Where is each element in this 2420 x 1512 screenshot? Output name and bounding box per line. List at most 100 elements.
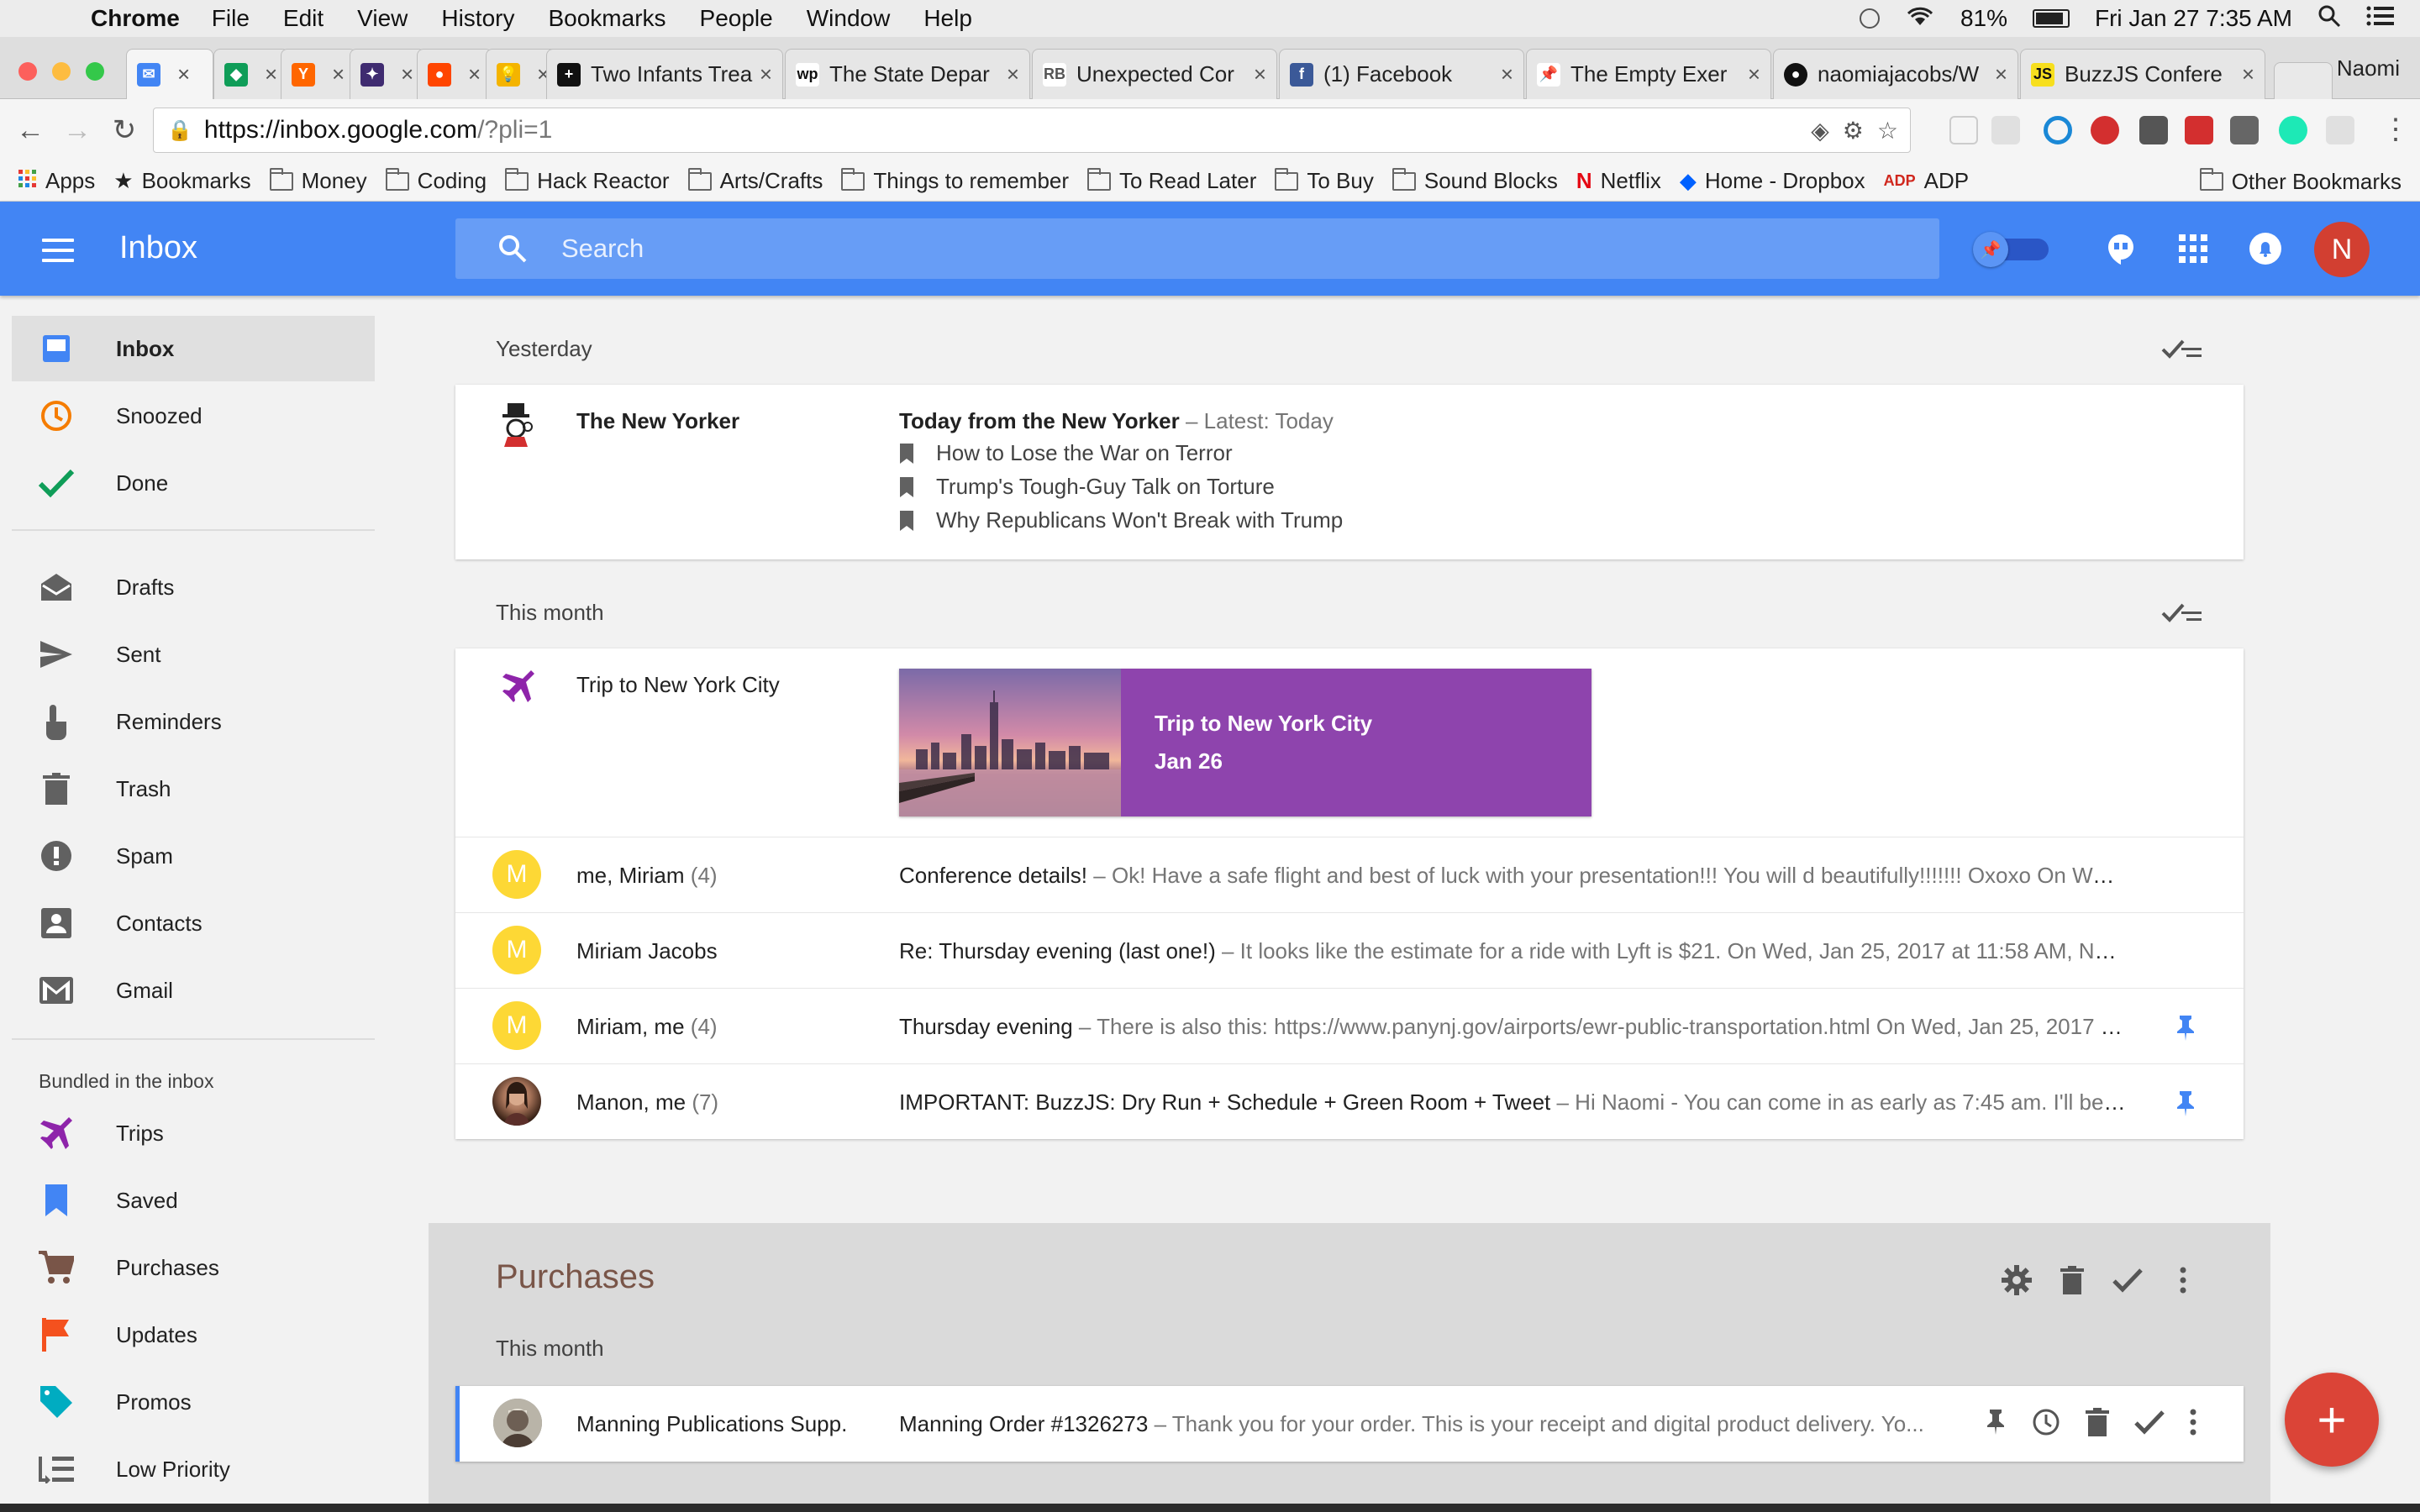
thread-row[interactable]: Manon, me (7) IMPORTANT: BuzzJS: Dry Run… [455, 1063, 2244, 1139]
close-tab-icon[interactable]: × [760, 61, 772, 87]
tab-facebook[interactable]: f (1) Facebook × [1279, 49, 1524, 99]
purchases-bundle[interactable]: Purchases This month Manning Publication… [429, 1223, 2270, 1512]
trip-card[interactable]: Trip to New York City Jan 26 [899, 669, 1591, 816]
snooze-clock-icon[interactable] [2032, 1408, 2060, 1436]
bookmark-apps[interactable]: Apps [18, 168, 95, 194]
tab-site-four[interactable]: ✦ × [350, 49, 425, 99]
close-tab-icon[interactable]: × [401, 61, 413, 87]
checkmark-icon[interactable] [2112, 1265, 2143, 1295]
chrome-menu-icon[interactable]: ⋮ [2381, 113, 2410, 146]
thread-row[interactable]: M Miriam, me (4) Thursday evening – Ther… [455, 988, 2244, 1063]
checkmark-icon[interactable] [2134, 1410, 2165, 1435]
pin-icon[interactable] [2175, 1016, 2196, 1041]
sidebar-item-promos[interactable]: Promos [12, 1369, 375, 1435]
teal-extension-icon[interactable] [2279, 116, 2307, 144]
menu-history[interactable]: History [441, 5, 514, 32]
bookmark-arts-crafts[interactable]: Arts/Crafts [687, 167, 823, 194]
forward-arrow-icon[interactable]: → [60, 114, 94, 147]
wifi-icon[interactable] [1905, 5, 1935, 33]
close-tab-icon[interactable]: × [1501, 61, 1513, 87]
sidebar-item-sent[interactable]: Sent [12, 622, 375, 687]
purchase-row[interactable]: Manning Publications Supp. Manning Order… [455, 1386, 2244, 1462]
more-options-icon[interactable] [2190, 1409, 2196, 1436]
sidebar-item-trash[interactable]: Trash [12, 756, 375, 822]
red-extension-icon[interactable] [2185, 116, 2213, 144]
tab-two-infants[interactable]: + Two Infants Trea × [546, 49, 783, 99]
adblock-extension-icon[interactable] [2091, 116, 2119, 144]
bookmark-dropbox[interactable]: ◆ Home - Dropbox [1680, 168, 1865, 194]
more-options-icon[interactable] [2168, 1265, 2198, 1295]
menubar-app-name[interactable]: Chrome [91, 5, 180, 32]
extension-blank-icon[interactable] [1949, 116, 1978, 144]
sidebar-item-snoozed[interactable]: Snoozed [12, 383, 375, 449]
sidebar-item-low-priority[interactable]: Low Priority [12, 1436, 375, 1502]
close-tab-icon[interactable]: × [1254, 61, 1266, 87]
tab-buzzjs[interactable]: JS BuzzJS Confere × [2020, 49, 2265, 99]
pin-icon[interactable] [1985, 1410, 2007, 1435]
tab-unexpected[interactable]: RB Unexpected Cor × [1032, 49, 1277, 99]
compose-button[interactable]: + [2285, 1373, 2379, 1467]
menu-help[interactable]: Help [923, 5, 972, 32]
sidebar-item-gmail[interactable]: Gmail [12, 958, 375, 1023]
tab-empty-exercise[interactable]: 📌 The Empty Exer × [1526, 49, 1771, 99]
chrome-profile-name[interactable]: Naomi [2337, 55, 2400, 81]
menu-file[interactable]: File [212, 5, 250, 32]
circle-status-icon[interactable] [1859, 8, 1880, 29]
article-link[interactable]: How to Lose the War on Terror [899, 440, 1233, 466]
close-tab-icon[interactable]: × [468, 61, 481, 87]
sidebar-item-purchases[interactable]: Purchases [12, 1235, 375, 1300]
battery-icon[interactable] [2032, 9, 2070, 28]
close-window-button[interactable] [18, 62, 37, 81]
menu-bookmarks[interactable]: Bookmarks [548, 5, 666, 32]
keep-extension-icon[interactable] [2230, 116, 2259, 144]
apps-grid-icon[interactable] [2176, 232, 2210, 265]
newyorker-card[interactable]: The New Yorker Today from the New Yorker… [455, 385, 2244, 559]
account-avatar[interactable]: N [2314, 222, 2370, 277]
minimize-window-button[interactable] [52, 62, 71, 81]
thread-row[interactable]: M Miriam Jacobs Re: Thursday evening (la… [455, 912, 2244, 988]
reload-icon[interactable]: ↻ [108, 113, 141, 147]
sidebar-item-drafts[interactable]: Drafts [12, 554, 375, 620]
bookmark-sound-blocks[interactable]: Sound Blocks [1392, 167, 1558, 194]
dropbox-extension-icon[interactable] [1991, 116, 2020, 144]
mail-extension-icon[interactable] [2139, 116, 2168, 144]
thread-row[interactable]: M me, Miriam (4) Conference details! – O… [455, 837, 2244, 912]
bookmark-things-to-remember[interactable]: Things to remember [841, 167, 1069, 194]
notification-center-icon[interactable] [2366, 5, 2395, 33]
hangouts-icon[interactable] [2104, 232, 2138, 265]
trip-bundle-row[interactable]: Trip to New York City Trip to New York C… [455, 648, 2244, 837]
sidebar-item-inbox[interactable]: Inbox [12, 316, 375, 381]
sidebar-item-saved[interactable]: Saved [12, 1168, 375, 1233]
bookmark-to-buy[interactable]: To Buy [1275, 167, 1374, 194]
sidebar-item-trips[interactable]: Trips [12, 1100, 375, 1166]
trash-icon[interactable] [2086, 1408, 2109, 1436]
sweep-done-icon[interactable] [2161, 336, 2203, 361]
sidebar-item-contacts[interactable]: Contacts [12, 890, 375, 956]
close-tab-icon[interactable]: × [332, 61, 345, 87]
close-tab-icon[interactable]: × [1995, 61, 2007, 87]
back-arrow-icon[interactable]: ← [13, 114, 47, 147]
new-tab-button[interactable] [2274, 62, 2333, 99]
bookmark-coding[interactable]: Coding [385, 167, 487, 194]
close-tab-icon[interactable]: × [2242, 61, 2254, 87]
tab-reddit[interactable]: ● × [417, 49, 492, 99]
article-link[interactable]: Why Republicans Won't Break with Trump [899, 507, 1343, 533]
close-tab-icon[interactable]: × [1748, 61, 1760, 87]
menu-edit[interactable]: Edit [283, 5, 324, 32]
tab-state-department[interactable]: wp The State Depar × [785, 49, 1030, 99]
menu-icon[interactable] [42, 239, 74, 262]
zoom-window-button[interactable] [86, 62, 104, 81]
menu-people[interactable]: People [700, 5, 773, 32]
menubar-clock[interactable]: Fri Jan 27 7:35 AM [2095, 5, 2292, 32]
bookmark-money[interactable]: Money [269, 167, 367, 194]
close-tab-icon[interactable]: × [177, 61, 190, 87]
sweep-done-icon[interactable] [2161, 600, 2203, 625]
pinned-toggle[interactable]: 📌 [1973, 232, 2050, 267]
spotlight-icon[interactable] [2317, 4, 2341, 34]
bookmark-netflix[interactable]: N Netflix [1576, 168, 1661, 194]
sidebar-item-updates[interactable]: Updates [12, 1302, 375, 1368]
notifications-bell-icon[interactable] [2249, 232, 2282, 265]
bookmark-to-read-later[interactable]: To Read Later [1087, 167, 1256, 194]
tab-hackernews[interactable]: Y × [281, 49, 356, 99]
bookmark-hack-reactor[interactable]: Hack Reactor [505, 167, 670, 194]
